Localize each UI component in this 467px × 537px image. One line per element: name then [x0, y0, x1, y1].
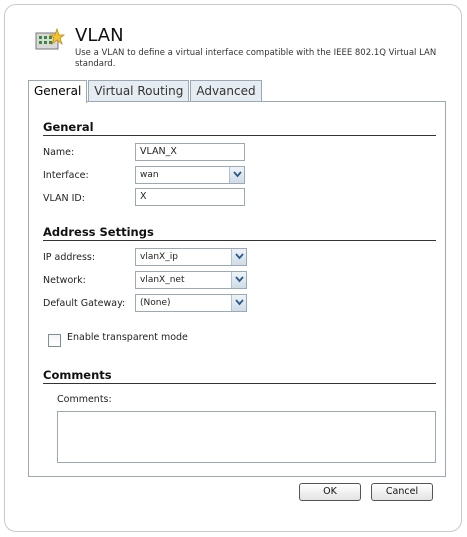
name-label: Name: — [43, 147, 75, 158]
network-value: vlanX_net — [140, 275, 185, 285]
cancel-button[interactable]: Cancel — [371, 483, 433, 501]
transparent-mode-label: Enable transparent mode — [67, 332, 188, 343]
comments-textarea[interactable] — [57, 411, 436, 463]
dialog-description: Use a VLAN to define a virtual interface… — [75, 48, 437, 69]
address-settings-heading: Address Settings — [43, 225, 436, 241]
interface-select[interactable]: wan — [135, 166, 245, 184]
vlan-id-label: VLAN ID: — [43, 193, 85, 204]
general-tab-panel: General Name: VLAN_X Interface: wan VLAN… — [28, 101, 446, 477]
vlan-id-field[interactable]: X — [135, 188, 245, 206]
chevron-down-icon[interactable] — [231, 272, 246, 288]
ip-address-label: IP address: — [43, 252, 96, 263]
dialog-title: VLAN — [75, 25, 124, 46]
interface-select-value: wan — [140, 170, 159, 180]
tab-advanced[interactable]: Advanced — [190, 80, 262, 102]
tab-general[interactable]: General — [28, 80, 88, 103]
default-gateway-select[interactable]: (None) — [135, 294, 247, 312]
vlan-icon — [35, 27, 66, 55]
tab-bar: General Virtual Routing Advanced — [28, 80, 263, 103]
chevron-down-icon[interactable] — [231, 249, 246, 265]
tab-virtual-routing[interactable]: Virtual Routing — [88, 80, 190, 102]
comments-section-heading: Comments — [43, 368, 436, 384]
network-select[interactable]: vlanX_net — [135, 271, 247, 289]
transparent-mode-checkbox[interactable] — [48, 334, 61, 347]
interface-label: Interface: — [43, 170, 89, 181]
ip-address-select[interactable]: vlanX_ip — [135, 248, 247, 266]
network-label: Network: — [43, 275, 86, 286]
chevron-down-icon[interactable] — [229, 167, 244, 183]
comments-label: Comments: — [57, 394, 112, 405]
name-field[interactable]: VLAN_X — [135, 143, 245, 161]
ok-button[interactable]: OK — [299, 483, 361, 501]
chevron-down-icon[interactable] — [231, 295, 246, 311]
general-section-heading: General — [43, 120, 436, 136]
default-gateway-label: Default Gateway: — [43, 298, 126, 309]
default-gateway-value: (None) — [140, 298, 171, 308]
ip-address-value: vlanX_ip — [140, 252, 178, 262]
vlan-dialog: VLAN Use a VLAN to define a virtual inte… — [4, 4, 462, 532]
